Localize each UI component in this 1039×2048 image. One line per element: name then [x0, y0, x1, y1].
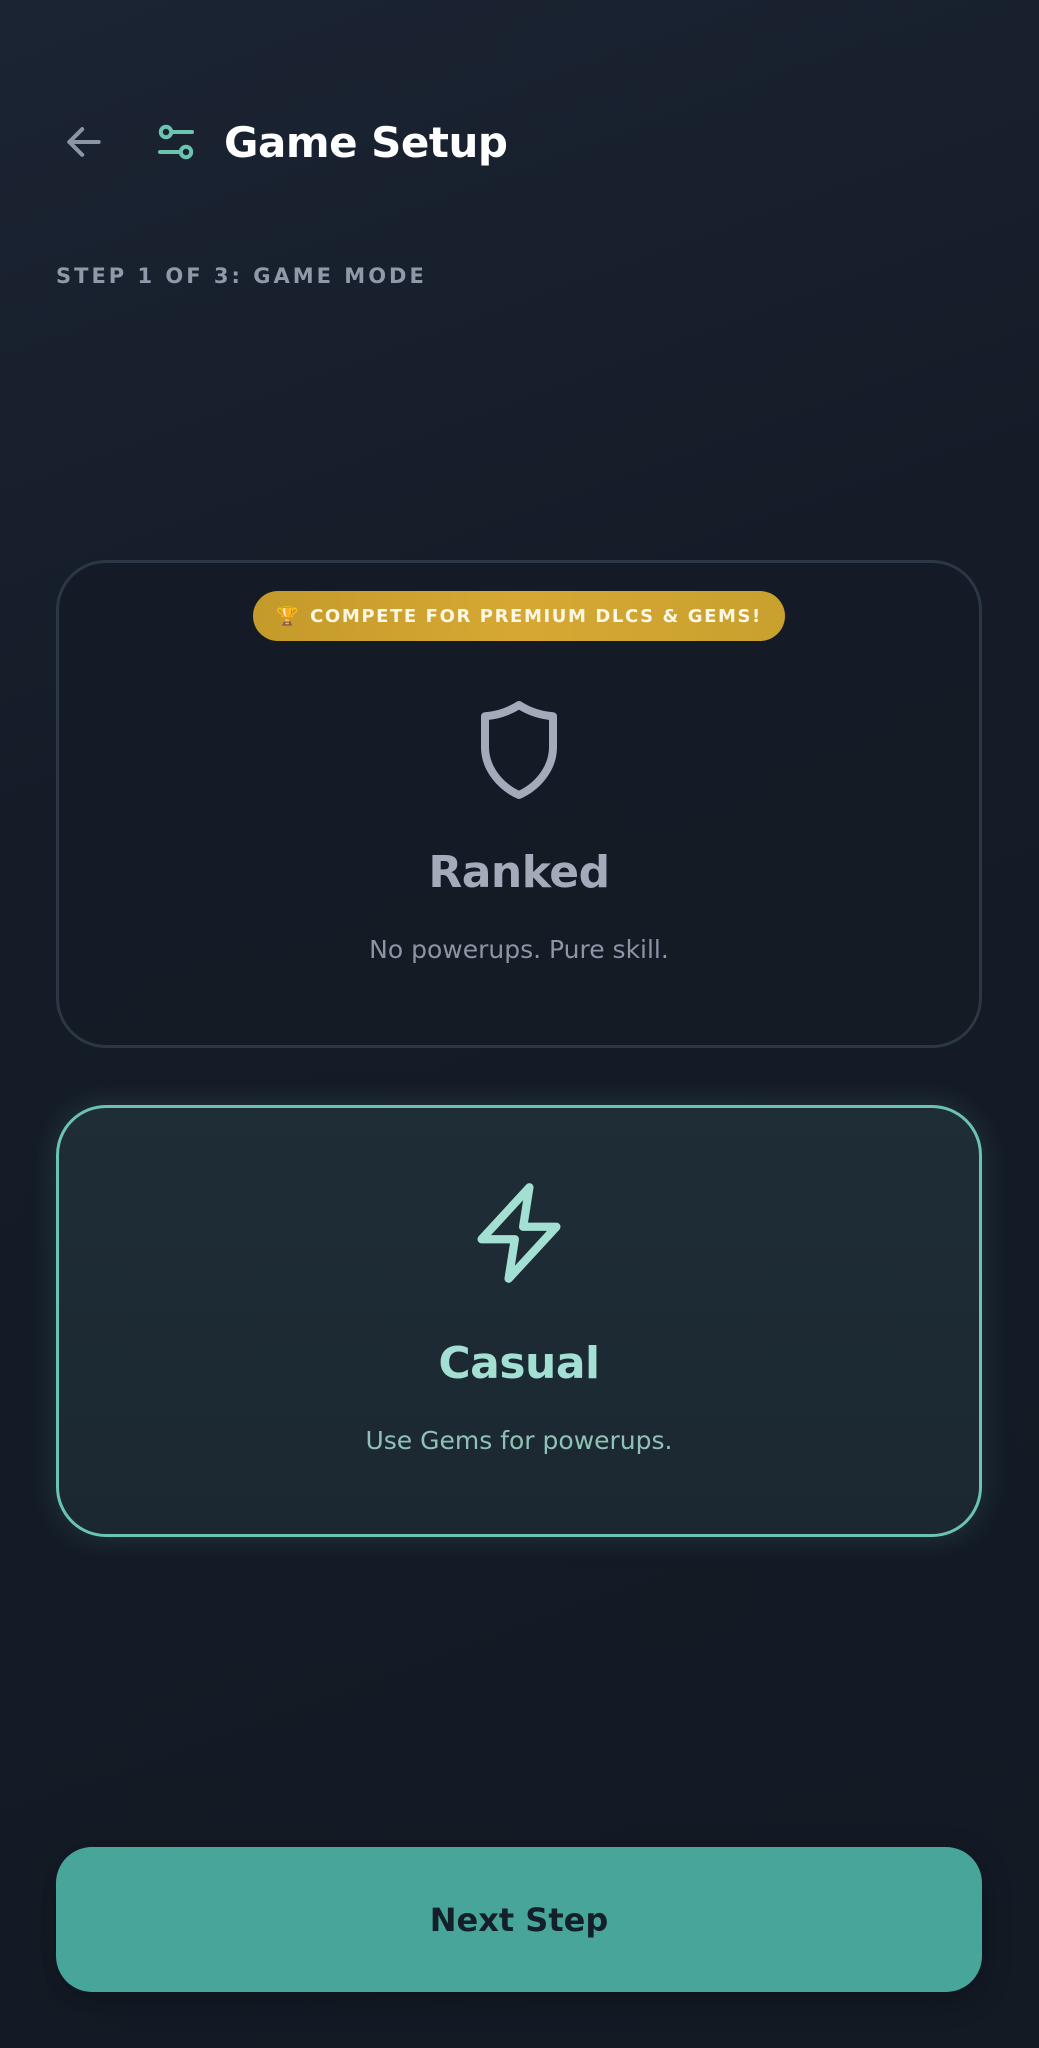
lightning-icon — [464, 1178, 574, 1288]
step-indicator: STEP 1 OF 3: GAME MODE — [56, 264, 427, 288]
arrow-left-icon — [67, 127, 101, 157]
mode-description-ranked: No powerups. Pure skill. — [369, 935, 669, 964]
mode-description-casual: Use Gems for powerups. — [365, 1426, 673, 1455]
shield-icon — [464, 696, 574, 806]
promo-badge: 🏆 COMPETE FOR PREMIUM DLCS & GEMS! — [253, 591, 785, 641]
mode-card-ranked[interactable]: 🏆 COMPETE FOR PREMIUM DLCS & GEMS! Ranke… — [56, 560, 982, 1048]
promo-badge-text: COMPETE FOR PREMIUM DLCS & GEMS! — [310, 605, 762, 627]
sliders-icon — [148, 114, 204, 170]
page-title: Game Setup — [224, 117, 508, 167]
mode-card-casual[interactable]: Casual Use Gems for powerups. — [56, 1105, 982, 1537]
next-step-button[interactable]: Next Step — [56, 1847, 982, 1992]
header: Game Setup — [56, 104, 508, 180]
mode-title-ranked: Ranked — [428, 847, 610, 898]
mode-title-casual: Casual — [438, 1338, 600, 1389]
back-button[interactable] — [56, 114, 112, 170]
trophy-icon: 🏆 — [276, 605, 301, 627]
